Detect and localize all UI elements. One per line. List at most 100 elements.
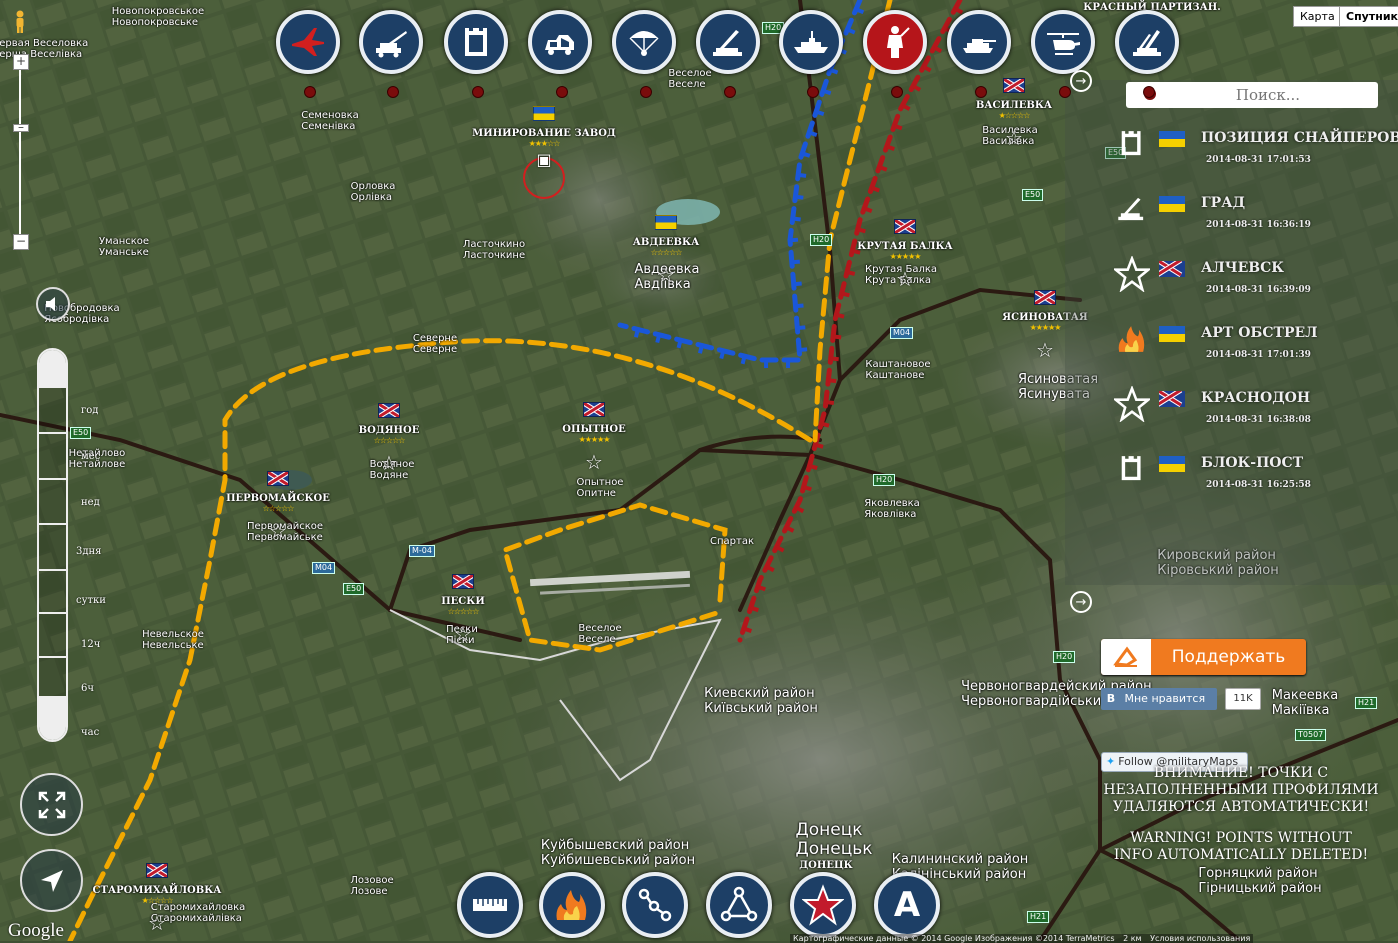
warship-icon: [794, 31, 828, 53]
place-name-local: Новопокровське: [111, 17, 199, 28]
place-label: Киевский район Київський район: [704, 686, 818, 716]
place-name-local: Орлівка: [350, 192, 393, 203]
star-marker-icon[interactable]: ☆: [657, 265, 675, 285]
place-name-local: Гірницький район: [1198, 881, 1322, 896]
tool-route-button[interactable]: [622, 872, 688, 938]
marker-title: ВОДЯНОЕ: [358, 425, 420, 436]
filter-helicopter-button[interactable]: [1031, 10, 1095, 74]
notice-english: WARNING! POINTS WITHOUT INFO AUTOMATICAL…: [1113, 830, 1369, 863]
expand-icon: [38, 791, 65, 818]
time-label[interactable]: час: [81, 727, 99, 738]
place-name-local: Яковлівка: [864, 509, 917, 520]
search-box[interactable]: [1126, 82, 1378, 108]
filter-indicator-dot: [556, 86, 568, 98]
star-marker-icon[interactable]: ☆: [585, 452, 603, 472]
novorossiya-flag-icon: [378, 403, 400, 418]
search-input[interactable]: [1166, 85, 1370, 105]
filter-rocket-launcher-button[interactable]: [696, 10, 760, 74]
star-marker-icon[interactable]: ☆: [896, 269, 914, 289]
support-logo-icon: [1113, 646, 1138, 667]
star-marker-icon[interactable]: ☆: [148, 913, 166, 933]
filter-indicator-dot: [472, 86, 484, 98]
place-name-local: Опитне: [576, 488, 616, 499]
star-marker-icon[interactable]: ☆: [269, 521, 287, 541]
terms-link[interactable]: Условия использования: [1150, 934, 1250, 943]
locate-button[interactable]: [20, 849, 83, 912]
filter-air-defense-button[interactable]: [1115, 10, 1179, 74]
novorossiya-flag-icon: [452, 574, 474, 589]
tool-text-button[interactable]: A: [874, 872, 940, 938]
sound-toggle-button[interactable]: [36, 287, 70, 321]
rocket-launcher-icon: [1118, 197, 1144, 221]
checkpoint-marker-icon[interactable]: ▣: [536, 150, 551, 170]
speaker-icon: [46, 297, 55, 311]
zoom-handle[interactable]: –: [13, 121, 29, 133]
filter-checkpoint-button[interactable]: [444, 10, 508, 74]
filter-soldier-button[interactable]: [863, 10, 927, 74]
slider-handle-top[interactable]: [39, 350, 66, 386]
ruler-icon: [473, 899, 507, 911]
checkpoint-icon: [1121, 456, 1141, 481]
filter-indicator-dot: [640, 86, 652, 98]
place-name: Макеевка: [1271, 688, 1339, 703]
filter-indicator-dot: [975, 86, 987, 98]
filter-armored-vehicle-button[interactable]: [528, 10, 592, 74]
vk-like-button[interactable]: В Мне нравится: [1101, 688, 1217, 710]
map-attribution: Картографические данные © 2014 Google Из…: [790, 934, 1254, 943]
filter-jet-button[interactable]: [276, 10, 340, 74]
time-range-slider[interactable]: [37, 348, 68, 742]
place-label: Невельское Невельське: [142, 629, 204, 651]
map-type-map-button[interactable]: Карта: [1293, 6, 1342, 27]
filter-artillery-button[interactable]: [359, 10, 423, 74]
tool-star-button[interactable]: [790, 872, 856, 938]
artillery-icon: [376, 31, 407, 58]
place-name: Горняцкий район: [1198, 866, 1318, 881]
star-marker-icon[interactable]: ☆: [1005, 128, 1023, 148]
tool-ruler-button[interactable]: [457, 872, 523, 938]
time-label[interactable]: 6ч: [81, 683, 94, 694]
marker-rating: ★★★★★: [578, 435, 611, 444]
place-name: Калининский район: [891, 852, 1029, 867]
place-name: Ласточкино: [462, 239, 526, 250]
place-name: Северне: [412, 333, 458, 344]
checkpoint-icon: [1121, 131, 1141, 156]
marker-title: ПЕРВОМАЙСКОЕ: [226, 493, 330, 504]
filter-indicator-dot: [891, 86, 903, 98]
filter-indicator-dot: [807, 86, 819, 98]
zoom-in-button[interactable]: +: [13, 54, 29, 70]
collapse-feed-arrow-icon[interactable]: →: [1070, 70, 1092, 92]
time-label[interactable]: сутки: [76, 595, 106, 606]
expand-panel-arrow-icon[interactable]: →: [1070, 591, 1092, 613]
zoom-out-button[interactable]: −: [13, 234, 29, 250]
time-label[interactable]: 3дня: [76, 546, 102, 557]
tool-triangle-button[interactable]: [706, 872, 772, 938]
time-label[interactable]: мес: [81, 451, 100, 462]
fullscreen-button[interactable]: [20, 773, 83, 836]
filter-warship-button[interactable]: [779, 10, 843, 74]
jet-icon: [292, 28, 324, 56]
map-type-satellite-button[interactable]: Спутник: [1339, 6, 1398, 27]
feed-event-time: 2014-08-31 17:01:53: [1206, 155, 1311, 165]
filter-paratrooper-button[interactable]: [612, 10, 676, 74]
filter-tank-button[interactable]: [947, 10, 1011, 74]
time-label[interactable]: нед: [81, 497, 100, 508]
place-label: Ласточкино Ласточкине: [463, 239, 525, 261]
slider-handle-bottom[interactable]: [39, 696, 66, 740]
tool-fire-button[interactable]: [539, 872, 605, 938]
support-button[interactable]: Поддержать: [1101, 639, 1306, 675]
zoom-slider[interactable]: [7, 40, 33, 255]
paratrooper-icon: [629, 31, 659, 56]
road-number-badge: T0507: [1295, 729, 1327, 741]
star-marker-icon[interactable]: ☆: [1036, 340, 1054, 360]
time-label[interactable]: год: [81, 405, 98, 416]
star-marker-icon[interactable]: ☆: [454, 624, 472, 644]
novorossiya-flag-icon: [1159, 391, 1185, 407]
time-label[interactable]: 12ч: [81, 639, 100, 650]
novorossiya-flag-icon: [267, 471, 289, 486]
star-marker-icon[interactable]: ☆: [380, 453, 398, 473]
triangle-icon: [720, 886, 758, 922]
road-number-badge: M04: [890, 327, 914, 339]
pegman-icon[interactable]: [14, 10, 26, 34]
road-number-badge: H20: [810, 234, 833, 246]
soldier-icon: [887, 26, 910, 58]
